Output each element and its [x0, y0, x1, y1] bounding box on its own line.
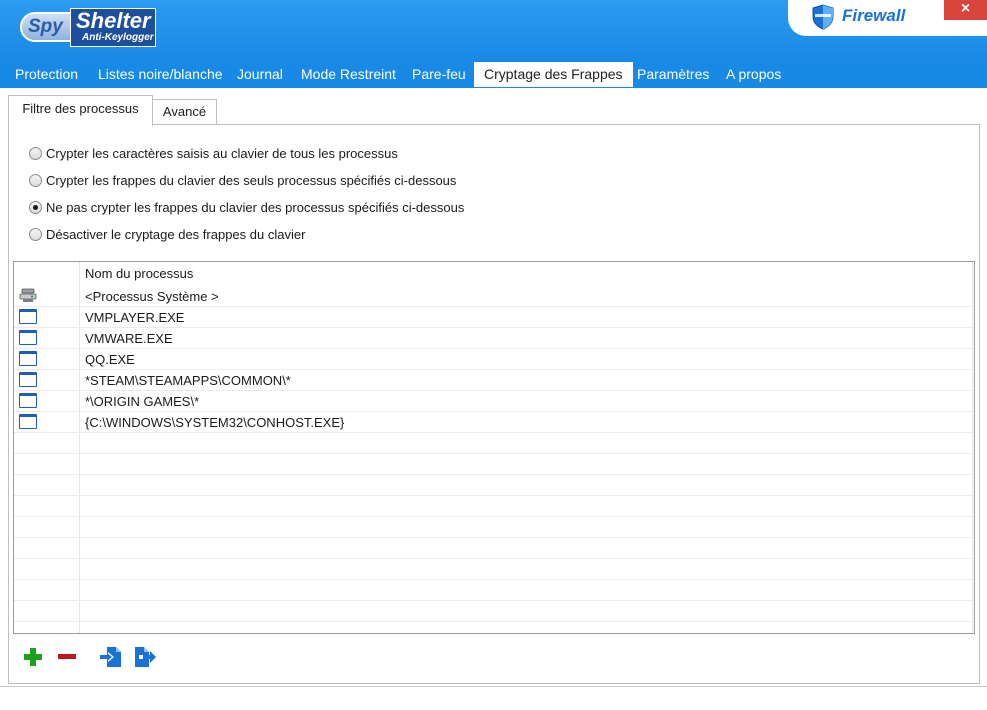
column-header-process-name[interactable]: Nom du processus	[85, 262, 193, 286]
empty-row	[14, 559, 974, 580]
radio-button[interactable]	[29, 147, 42, 161]
menu-blacklist-whitelist[interactable]: Listes noire/blanche	[98, 61, 223, 88]
content-area: Filtre des processus Avancé Crypter les …	[0, 88, 987, 710]
empty-row	[14, 601, 974, 622]
option-encrypt-specified[interactable]: Crypter les frappes du clavier des seuls…	[29, 172, 456, 190]
table-row[interactable]: VMWARE.EXE	[14, 328, 974, 349]
title-bar: Spy Shelter Anti-Keylogger Firewall ×	[0, 0, 987, 61]
radio-button[interactable]	[29, 174, 42, 188]
menu-protection[interactable]: Protection	[15, 61, 78, 88]
close-button[interactable]: ×	[944, 0, 987, 20]
empty-row	[14, 580, 974, 601]
logo-shelter-text: Shelter	[76, 8, 151, 33]
option-encrypt-all[interactable]: Crypter les caractères saisis au clavier…	[29, 145, 398, 163]
option-label: Désactiver le cryptage des frappes du cl…	[46, 227, 306, 242]
menu-firewall[interactable]: Pare-feu	[412, 61, 466, 88]
empty-row	[14, 496, 974, 517]
tab-advanced[interactable]: Avancé	[152, 99, 217, 125]
empty-row	[14, 517, 974, 538]
table-row[interactable]: {C:\WINDOWS\SYSTEM32\CONHOST.EXE}	[14, 412, 974, 433]
table-row[interactable]: *STEAM\STEAMAPPS\COMMON\*	[14, 370, 974, 391]
table-row[interactable]: VMPLAYER.EXE	[14, 307, 974, 328]
window-icon	[19, 330, 37, 345]
radio-button-selected[interactable]	[29, 201, 42, 215]
process-name: QQ.EXE	[85, 352, 135, 367]
system-process-icon	[19, 288, 37, 302]
empty-row	[14, 433, 974, 454]
list-header[interactable]: Nom du processus	[14, 262, 974, 286]
window-icon	[19, 372, 37, 387]
tab-process-filter[interactable]: Filtre des processus	[8, 95, 153, 126]
table-row[interactable]: <Processus Système >	[14, 286, 974, 307]
process-name: <Processus Système >	[85, 289, 219, 304]
logo-subtitle: Anti-Keylogger	[82, 32, 154, 43]
main-menu: Protection Listes noire/blanche Journal …	[0, 61, 987, 88]
process-name: *STEAM\STEAMAPPS\COMMON\*	[85, 373, 291, 388]
minus-icon[interactable]	[55, 645, 79, 669]
option-label: Crypter les frappes du clavier des seuls…	[46, 173, 457, 188]
window-icon	[19, 309, 37, 324]
window-icon	[19, 414, 37, 429]
radio-button[interactable]	[29, 228, 42, 242]
firewall-label: Firewall	[842, 6, 906, 25]
option-disable-encryption[interactable]: Désactiver le cryptage des frappes du cl…	[29, 226, 305, 244]
process-name: VMWARE.EXE	[85, 331, 173, 346]
process-filter-panel: Crypter les caractères saisis au clavier…	[8, 124, 980, 684]
option-label: Ne pas crypter les frappes du clavier de…	[46, 200, 465, 215]
menu-keystroke-encryption[interactable]: Cryptage des Frappes	[474, 62, 633, 87]
empty-row	[14, 475, 974, 496]
window-icon	[19, 351, 37, 366]
process-name: VMPLAYER.EXE	[85, 310, 185, 325]
menu-settings[interactable]: Paramètres	[637, 61, 709, 88]
process-list[interactable]: Nom du processus <Processus Système > VM…	[13, 261, 975, 634]
plus-icon[interactable]	[21, 645, 45, 669]
shield-icon	[812, 4, 834, 30]
status-separator	[0, 686, 987, 687]
empty-row	[14, 538, 974, 559]
table-row[interactable]: *\ORIGIN GAMES\*	[14, 391, 974, 412]
process-name: {C:\WINDOWS\SYSTEM32\CONHOST.EXE}	[85, 415, 345, 430]
menu-about[interactable]: A propos	[726, 61, 781, 88]
menu-journal[interactable]: Journal	[237, 61, 283, 88]
table-row[interactable]: QQ.EXE	[14, 349, 974, 370]
menu-restricted-mode[interactable]: Mode Restreint	[301, 61, 396, 88]
spyshelter-logo: Spy Shelter Anti-Keylogger	[20, 8, 156, 47]
window-icon	[19, 393, 37, 408]
option-exclude-specified[interactable]: Ne pas crypter les frappes du clavier de…	[29, 199, 464, 217]
export-icon[interactable]	[133, 645, 157, 669]
empty-row	[14, 454, 974, 475]
import-icon[interactable]	[99, 645, 123, 669]
option-label: Crypter les caractères saisis au clavier…	[46, 146, 398, 161]
process-name: *\ORIGIN GAMES\*	[85, 394, 200, 409]
